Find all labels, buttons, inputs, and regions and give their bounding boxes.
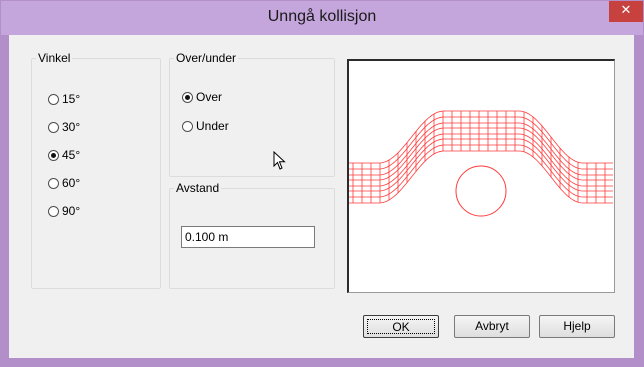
- radio-label: Under: [196, 119, 229, 133]
- dialog-body: Vinkel 15° 30° 45° 60° 90° Over/under Ov: [9, 35, 634, 358]
- radio-circle-selected[interactable]: [182, 91, 193, 103]
- radio-60[interactable]: 60°: [48, 175, 80, 191]
- mouse-cursor-icon: [273, 151, 286, 170]
- ok-button[interactable]: OK: [363, 315, 439, 338]
- pipe-bend-drawing: [349, 110, 613, 217]
- preview-canvas: [347, 59, 615, 293]
- radio-label: 45°: [62, 148, 81, 162]
- radio-label: Over: [196, 90, 223, 104]
- radio-circle[interactable]: [182, 120, 193, 132]
- radio-label: 60°: [62, 176, 81, 190]
- radio-under[interactable]: Under: [182, 118, 229, 134]
- radio-circle[interactable]: [48, 177, 59, 189]
- avstand-input[interactable]: 0.100 m: [181, 226, 315, 248]
- radio-90[interactable]: 90°: [48, 203, 80, 219]
- radio-circle[interactable]: [48, 121, 59, 133]
- radio-circle-selected[interactable]: [48, 149, 59, 161]
- radio-30[interactable]: 30°: [48, 119, 80, 135]
- help-button[interactable]: Hjelp: [539, 315, 615, 338]
- obstacle-circle: [455, 165, 507, 217]
- over-under-legend: Over/under: [176, 51, 237, 65]
- over-under-group: Over/under: [169, 51, 335, 177]
- vinkel-group: Vinkel: [31, 51, 161, 289]
- ok-button-label: OK: [367, 319, 435, 334]
- vinkel-legend: Vinkel: [38, 51, 71, 65]
- radio-over[interactable]: Over: [182, 89, 222, 105]
- title-bar[interactable]: Unngå kollisjon ✕: [1, 1, 643, 35]
- pipe-longitudinal-line: [349, 110, 613, 164]
- cancel-button[interactable]: Avbryt: [454, 315, 530, 338]
- radio-label: 90°: [62, 204, 81, 218]
- close-button[interactable]: ✕: [609, 1, 643, 22]
- close-icon: ✕: [620, 3, 632, 18]
- radio-15[interactable]: 15°: [48, 91, 80, 107]
- radio-45[interactable]: 45°: [48, 147, 80, 163]
- radio-circle[interactable]: [48, 93, 59, 105]
- radio-label: 15°: [62, 92, 81, 106]
- dialog-window: Unngå kollisjon ✕ Vinkel 15° 30° 45° 60°…: [0, 0, 644, 367]
- radio-circle[interactable]: [48, 205, 59, 217]
- radio-label: 30°: [62, 120, 81, 134]
- dialog-title: Unngå kollisjon: [267, 8, 377, 25]
- avstand-legend: Avstand: [176, 181, 220, 195]
